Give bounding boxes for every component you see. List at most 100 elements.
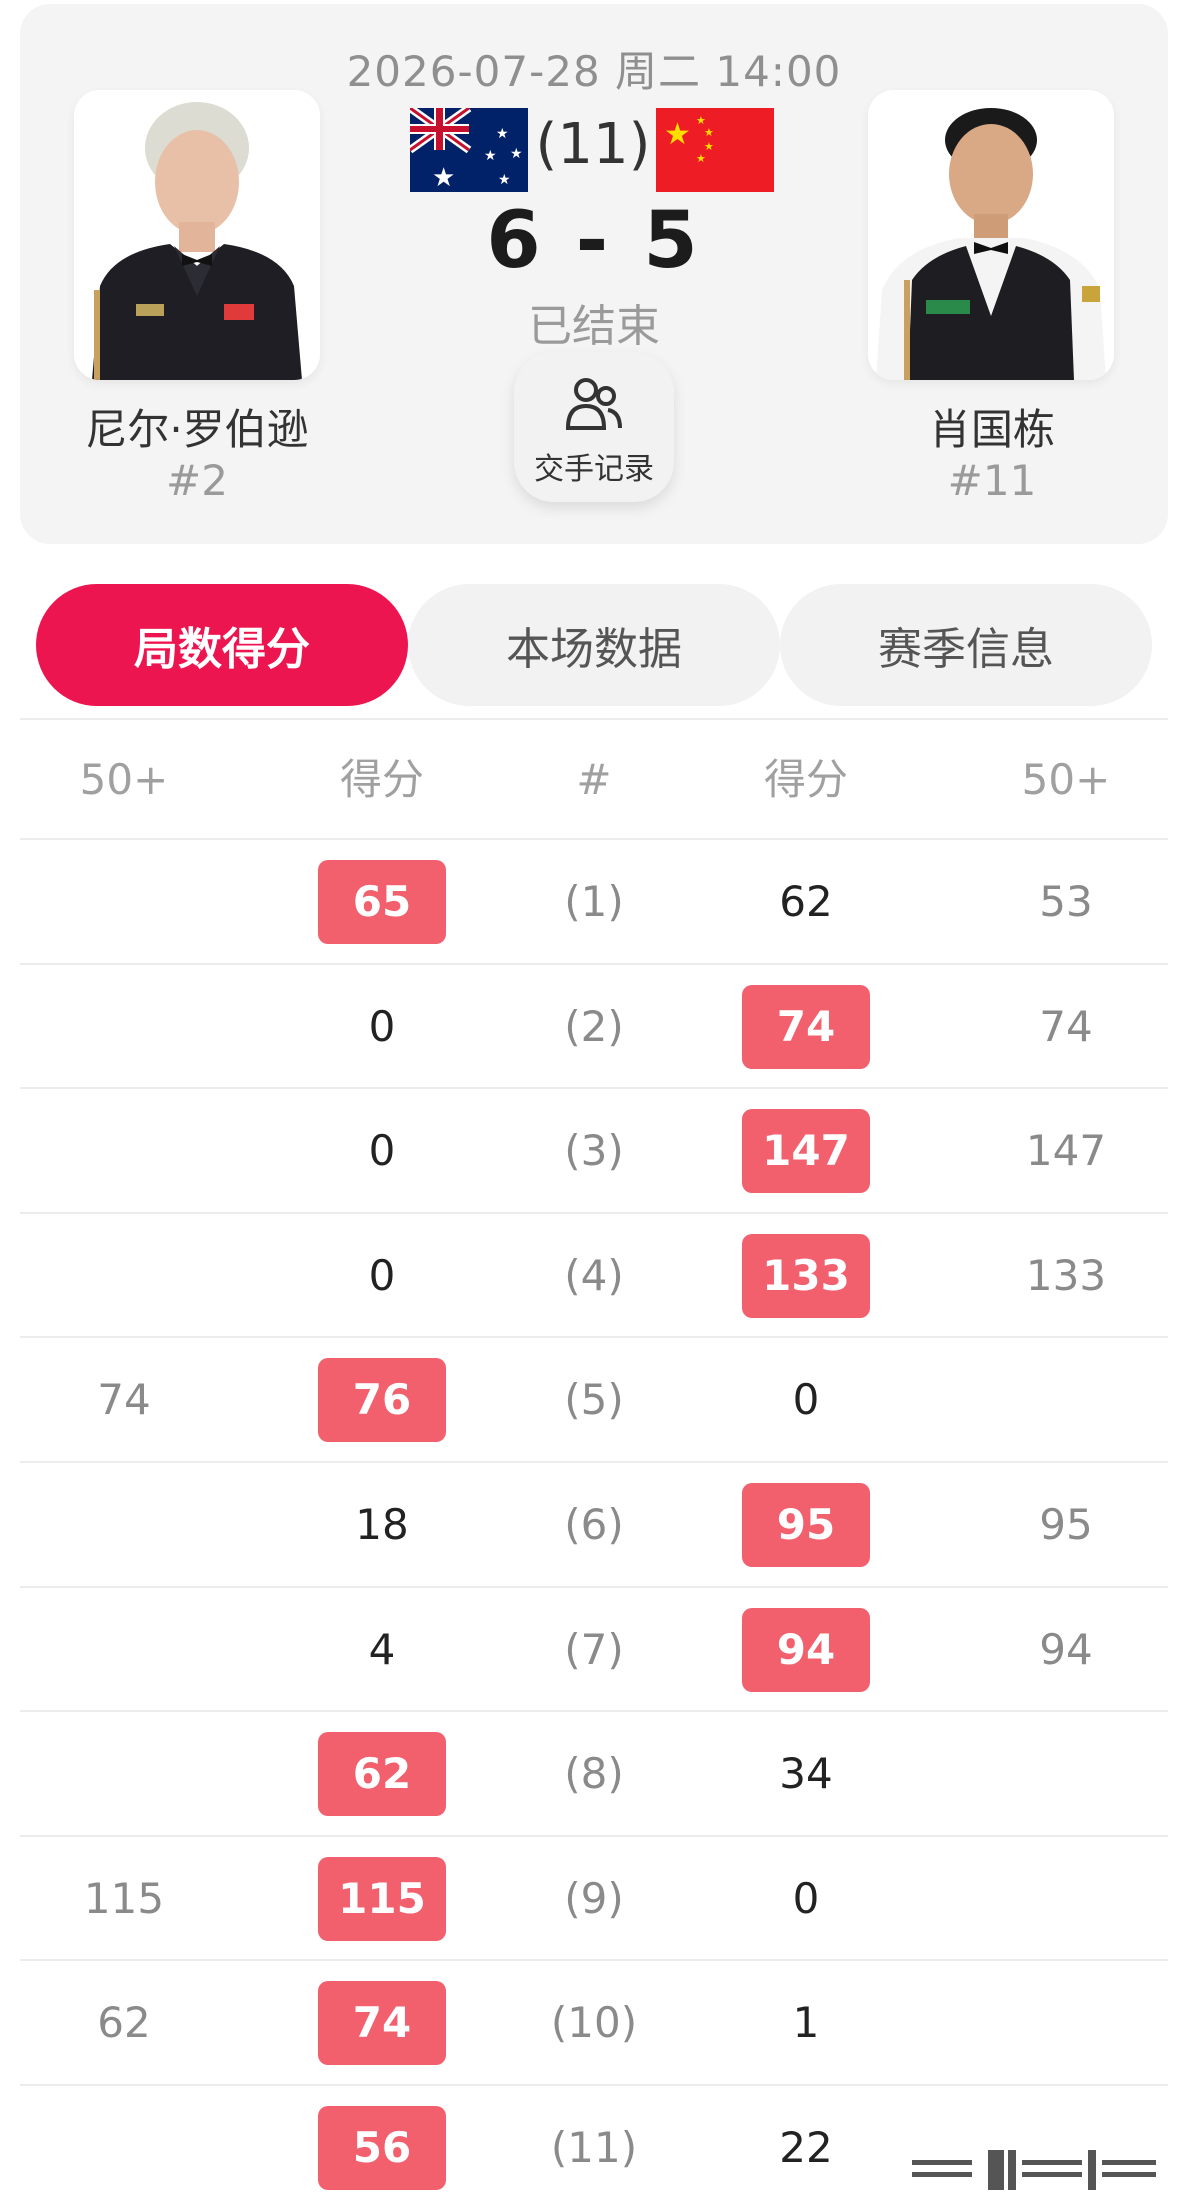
best-of-frames: (11) bbox=[535, 112, 651, 177]
left-score: 0 bbox=[368, 1001, 396, 1051]
right-break: 53 bbox=[1039, 877, 1093, 926]
tab-match-stats[interactable]: 本场数据 bbox=[408, 584, 780, 706]
right-break-cell: 53 bbox=[966, 840, 1166, 964]
frame-number-cell: (5) bbox=[494, 1338, 694, 1462]
player-left-rank: #2 bbox=[166, 456, 228, 505]
svg-text:★: ★ bbox=[432, 163, 455, 192]
left-score-win-badge-cell: 76 bbox=[282, 1338, 482, 1462]
left-break-cell: 62 bbox=[24, 1961, 224, 2085]
frame-number: (1) bbox=[564, 877, 624, 926]
right-break-cell bbox=[966, 1961, 1166, 2085]
left-score: 0 bbox=[368, 1250, 396, 1300]
frames-table-header: 50+ 得分 # 得分 50+ bbox=[0, 722, 1188, 838]
right-score-win-badge-cell: 133 bbox=[706, 1214, 906, 1338]
left-score: 4 bbox=[368, 1624, 396, 1674]
frame-number-cell: (8) bbox=[494, 1712, 694, 1836]
header-right-score: 得分 bbox=[763, 755, 848, 804]
right-score-win-badge: 133 bbox=[742, 1233, 870, 1318]
frame-number: (4) bbox=[564, 1250, 624, 1300]
right-break-cell: 94 bbox=[966, 1588, 1166, 1712]
header-frame-number: # bbox=[576, 755, 612, 804]
right-score-win-badge: 95 bbox=[742, 1482, 870, 1567]
table-row: 4 (7) 94 94 bbox=[0, 1588, 1188, 1713]
head-to-head-label: 交手记录 bbox=[534, 452, 654, 487]
left-score-win-badge: 65 bbox=[318, 860, 446, 944]
match-score: 6 - 5 bbox=[486, 196, 702, 286]
right-score: 62 bbox=[779, 877, 833, 926]
frame-number-cell: (9) bbox=[494, 1837, 694, 1961]
china-flag-icon: ★ ★ ★ ★ ★ bbox=[656, 108, 774, 192]
frame-number: (2) bbox=[564, 1001, 624, 1051]
right-score: 34 bbox=[779, 1749, 833, 1799]
right-score-win-badge-cell: 94 bbox=[706, 1588, 906, 1712]
svg-text:★: ★ bbox=[704, 126, 714, 139]
right-score-win-badge: 94 bbox=[742, 1607, 870, 1692]
left-score-win-badge: 56 bbox=[318, 2105, 446, 2190]
frame-number: (3) bbox=[564, 1126, 624, 1176]
left-break-cell bbox=[24, 965, 224, 1089]
left-score: 0 bbox=[368, 1126, 396, 1176]
table-row: 115 115 (9) 0 bbox=[0, 1837, 1188, 1962]
right-score-cell: 1 bbox=[706, 1961, 906, 2085]
table-row: 62 (8) 34 bbox=[0, 1712, 1188, 1837]
right-score-win-badge: 74 bbox=[742, 984, 870, 1069]
left-break-cell bbox=[24, 1214, 224, 1338]
svg-text:★: ★ bbox=[498, 172, 511, 188]
right-score-cell: 0 bbox=[706, 1338, 906, 1462]
svg-text:★: ★ bbox=[484, 148, 497, 164]
right-score-win-badge-cell: 95 bbox=[706, 1463, 906, 1587]
right-break-cell: 147 bbox=[966, 1089, 1166, 1213]
left-break-cell: 115 bbox=[24, 1837, 224, 1961]
right-break-cell: 133 bbox=[966, 1214, 1166, 1338]
right-score-cell: 0 bbox=[706, 1837, 906, 1961]
frame-number-cell: (1) bbox=[494, 840, 694, 964]
left-break-cell bbox=[24, 2086, 224, 2204]
player-right-rank: #11 bbox=[947, 456, 1037, 505]
table-row: 18 (6) 95 95 bbox=[0, 1463, 1188, 1588]
left-break: 62 bbox=[97, 1998, 151, 2048]
right-score: 22 bbox=[779, 2122, 833, 2172]
header-left-breaks: 50+ bbox=[79, 755, 169, 804]
left-break-cell: 74 bbox=[24, 1338, 224, 1462]
tab-frame-scores[interactable]: 局数得分 bbox=[36, 584, 408, 706]
left-break-cell bbox=[24, 1712, 224, 1836]
header-left-score: 得分 bbox=[339, 755, 424, 804]
left-score-win-badge: 62 bbox=[318, 1732, 446, 1817]
svg-text:★: ★ bbox=[510, 146, 523, 162]
left-score-cell: 0 bbox=[282, 1214, 482, 1338]
right-score-win-badge-cell: 147 bbox=[706, 1089, 906, 1213]
frame-number: (8) bbox=[564, 1749, 624, 1799]
watermark-logo bbox=[912, 2146, 1156, 2200]
left-score-cell: 4 bbox=[282, 1588, 482, 1712]
left-break-cell bbox=[24, 840, 224, 964]
left-break: 74 bbox=[97, 1375, 151, 1425]
frames-table-body: 65 (1) 62 53 0 (2) 74 74 0 (3) 147 147 0 (4) 133 133 74 7… bbox=[0, 840, 1188, 2204]
right-score: 1 bbox=[792, 1998, 820, 2048]
table-row: 74 76 (5) 0 bbox=[0, 1338, 1188, 1463]
left-break-cell bbox=[24, 1588, 224, 1712]
left-score-win-badge-cell: 115 bbox=[282, 1837, 482, 1961]
table-row: 0 (3) 147 147 bbox=[0, 1089, 1188, 1214]
left-break-cell bbox=[24, 1463, 224, 1587]
left-score-win-badge: 74 bbox=[318, 1981, 446, 2066]
frame-number-cell: (11) bbox=[494, 2086, 694, 2204]
right-break: 147 bbox=[1025, 1126, 1107, 1176]
right-break-cell bbox=[966, 1712, 1166, 1836]
player-right-name[interactable]: 肖国栋 bbox=[842, 396, 1142, 457]
frame-number: (11) bbox=[550, 2122, 638, 2172]
right-break-cell bbox=[966, 1837, 1166, 1961]
table-row: 65 (1) 62 53 bbox=[0, 840, 1188, 965]
head-to-head-button[interactable]: 交手记录 bbox=[514, 352, 674, 502]
right-score-cell: 22 bbox=[706, 2086, 906, 2204]
tab-season-info[interactable]: 赛季信息 bbox=[780, 584, 1152, 706]
left-break: 115 bbox=[83, 1873, 165, 1923]
frame-number: (6) bbox=[564, 1499, 624, 1549]
player-left-name[interactable]: 尼尔·罗伯逊 bbox=[47, 396, 347, 457]
svg-text:★: ★ bbox=[696, 152, 706, 165]
right-score-win-badge-cell: 74 bbox=[706, 965, 906, 1089]
right-score: 0 bbox=[792, 1375, 820, 1425]
left-score-cell: 0 bbox=[282, 1089, 482, 1213]
frame-number-cell: (7) bbox=[494, 1588, 694, 1712]
frame-number: (10) bbox=[550, 1998, 638, 2048]
left-score: 18 bbox=[355, 1499, 409, 1549]
